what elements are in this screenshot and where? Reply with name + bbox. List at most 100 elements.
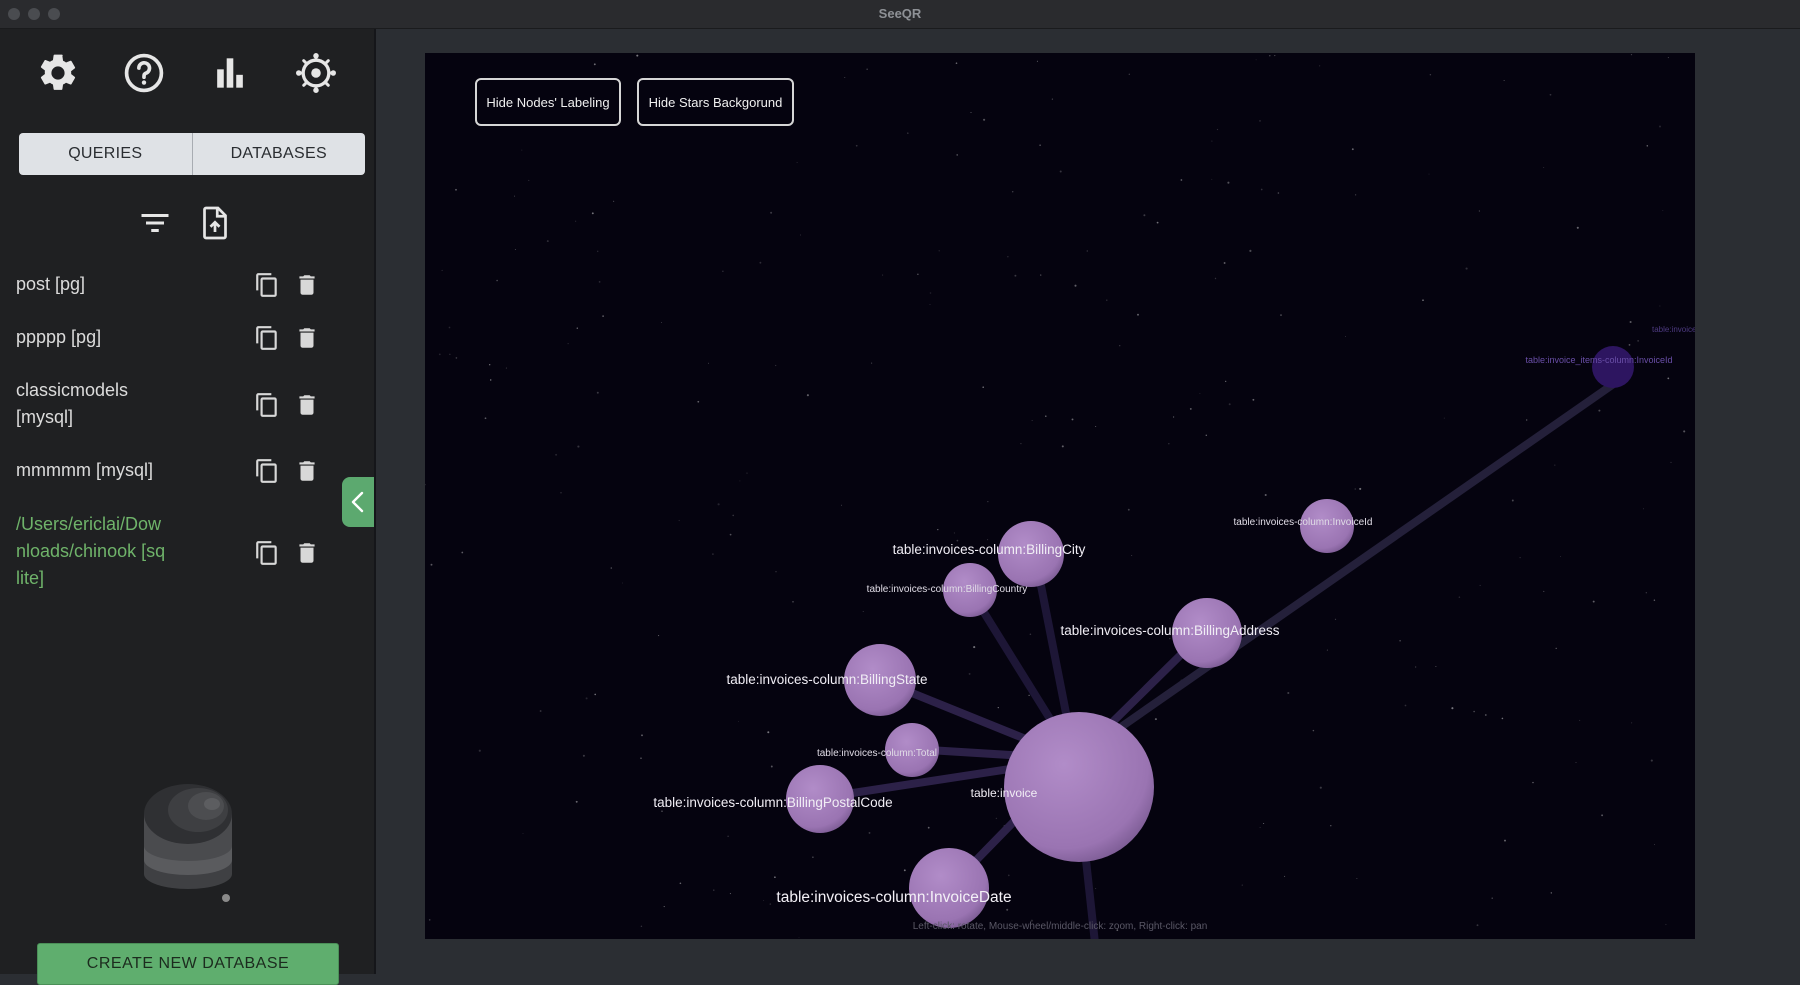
star bbox=[1653, 844, 1656, 846]
copy-icon[interactable] bbox=[254, 539, 280, 567]
star bbox=[663, 906, 665, 908]
star bbox=[1554, 464, 1556, 466]
star bbox=[907, 132, 909, 134]
star bbox=[636, 54, 639, 57]
database-name[interactable]: classicmodels [mysql] bbox=[16, 377, 176, 431]
database-name[interactable]: ppppp [pg] bbox=[16, 324, 236, 351]
gear-icon[interactable] bbox=[36, 51, 80, 95]
copy-icon[interactable] bbox=[254, 324, 280, 352]
star bbox=[769, 903, 772, 905]
star bbox=[582, 754, 585, 757]
star bbox=[1095, 888, 1097, 890]
star bbox=[1579, 719, 1581, 721]
star bbox=[574, 220, 577, 222]
bar-chart-icon[interactable] bbox=[208, 51, 252, 95]
database-name[interactable]: mmmmm [mysql] bbox=[16, 457, 236, 484]
database-name[interactable]: post [pg] bbox=[16, 271, 236, 298]
star bbox=[1169, 637, 1171, 640]
star bbox=[1519, 557, 1521, 559]
star bbox=[1429, 73, 1432, 76]
trash-icon[interactable] bbox=[294, 391, 320, 419]
star bbox=[767, 731, 770, 734]
star bbox=[679, 882, 682, 885]
star bbox=[1351, 148, 1354, 151]
star bbox=[1127, 508, 1130, 511]
star bbox=[1645, 592, 1647, 594]
star bbox=[1228, 403, 1231, 406]
chevron-left-icon bbox=[351, 491, 364, 513]
star bbox=[576, 327, 578, 329]
star bbox=[1443, 417, 1445, 419]
tab-queries[interactable]: QUERIES bbox=[19, 133, 192, 175]
star bbox=[1128, 73, 1130, 75]
star bbox=[774, 876, 776, 879]
hide-labels-button[interactable]: Hide Nodes' Labeling bbox=[475, 78, 621, 126]
node-label: table:invoices-column:Total bbox=[817, 748, 937, 759]
node-items-invoice-id[interactable] bbox=[1592, 346, 1634, 388]
star bbox=[1269, 54, 1271, 57]
star bbox=[746, 472, 748, 474]
filter-icon[interactable] bbox=[137, 205, 173, 241]
star bbox=[987, 501, 989, 503]
help-icon[interactable] bbox=[122, 51, 166, 95]
star bbox=[1345, 336, 1347, 337]
settings-wheel-icon[interactable] bbox=[294, 51, 338, 95]
database-name[interactable]: /Users/ericlai/Downloads/chinook [sqlite… bbox=[16, 511, 166, 592]
create-database-button[interactable]: CREATE NEW DATABASE bbox=[37, 943, 339, 985]
file-upload-icon[interactable] bbox=[197, 205, 233, 241]
node-label: table:invoices-column:BillingAddress bbox=[1060, 623, 1279, 638]
trash-icon[interactable] bbox=[294, 457, 320, 485]
star bbox=[1479, 584, 1481, 586]
star bbox=[1277, 192, 1280, 194]
hide-stars-button[interactable]: Hide Stars Backgorund bbox=[637, 78, 794, 126]
copy-icon[interactable] bbox=[254, 457, 280, 485]
star bbox=[1650, 759, 1653, 762]
star bbox=[1356, 878, 1358, 879]
star bbox=[1549, 93, 1552, 96]
star bbox=[968, 672, 971, 675]
star bbox=[1451, 707, 1454, 710]
database-item-selected: /Users/ericlai/Downloads/chinook [sqlite… bbox=[16, 511, 356, 595]
star bbox=[1415, 666, 1417, 668]
star bbox=[1330, 825, 1332, 827]
star bbox=[1039, 144, 1041, 146]
star bbox=[1504, 839, 1506, 842]
trash-icon[interactable] bbox=[294, 271, 320, 299]
trash-icon[interactable] bbox=[294, 539, 320, 567]
copy-icon[interactable] bbox=[254, 271, 280, 299]
tab-databases[interactable]: DATABASES bbox=[191, 133, 366, 175]
star bbox=[555, 453, 558, 456]
star bbox=[1526, 419, 1528, 421]
star bbox=[1478, 210, 1481, 212]
star bbox=[425, 483, 426, 486]
star bbox=[1312, 729, 1315, 732]
star bbox=[1154, 718, 1157, 721]
star bbox=[871, 362, 873, 364]
star bbox=[792, 601, 794, 603]
sidebar: QUERIES DATABASES post [pg] ppppp [pg] c… bbox=[0, 29, 376, 985]
trash-icon[interactable] bbox=[294, 324, 320, 352]
star bbox=[1274, 55, 1276, 57]
schema-graph[interactable]: table:invoice_items-column:InvoiceId tab… bbox=[425, 53, 1695, 939]
star bbox=[1550, 892, 1552, 894]
star bbox=[1592, 600, 1595, 603]
node-invoice-date[interactable] bbox=[909, 848, 989, 928]
copy-icon[interactable] bbox=[254, 391, 280, 419]
star bbox=[1637, 340, 1639, 342]
star bbox=[712, 553, 714, 555]
star bbox=[455, 188, 457, 191]
star bbox=[449, 353, 451, 355]
star bbox=[514, 248, 516, 251]
star bbox=[1106, 299, 1108, 301]
star bbox=[678, 519, 680, 522]
star bbox=[621, 582, 623, 584]
graph-canvas[interactable]: table:invoice_items-column:InvoiceId tab… bbox=[425, 53, 1695, 939]
star bbox=[1670, 461, 1672, 463]
node-label: table:invoices-column:BillingPostalCode bbox=[653, 795, 892, 810]
star bbox=[759, 261, 762, 264]
collapse-sidebar-button[interactable] bbox=[342, 477, 374, 527]
star bbox=[1458, 596, 1461, 598]
star bbox=[707, 362, 710, 364]
star bbox=[929, 292, 932, 294]
star bbox=[840, 504, 842, 506]
